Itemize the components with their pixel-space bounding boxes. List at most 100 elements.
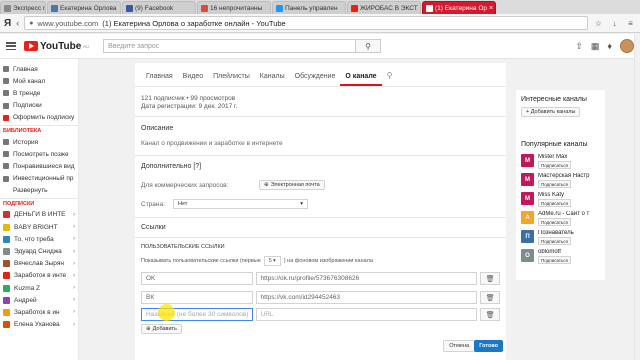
channel-name[interactable]: Mister Max [538, 154, 598, 160]
browser-tab[interactable]: ЖИРОБАС В ЭКСТ [347, 1, 421, 14]
country-select[interactable]: Нет ▾ [173, 199, 308, 209]
search-button[interactable]: ⚲ [356, 39, 382, 53]
browser-toolbar: Я ‹ ● www.youtube.com (1) Екатерина Орло… [0, 14, 640, 33]
sidebar-item[interactable]: История [0, 136, 78, 148]
link-name-input[interactable]: ВК [141, 291, 253, 304]
channel-name[interactable]: Мастерская Настр [538, 173, 598, 179]
history-icon [3, 139, 9, 146]
sidebar-item[interactable]: Мой канал [0, 75, 78, 87]
channel-name[interactable]: Познаватель [538, 230, 598, 236]
apps-icon[interactable]: ▦ [591, 41, 600, 52]
add-channels-button[interactable]: + Добавить каналы [521, 107, 581, 117]
channel-thumbnail: M [521, 173, 534, 186]
sidebar-item[interactable]: В тренде [0, 87, 78, 99]
channel-tab[interactable]: Видео [178, 73, 208, 86]
upload-icon[interactable]: ⇧ [575, 41, 583, 52]
sidebar-subscription-item[interactable]: Елена Уханова › [0, 319, 78, 331]
sidebar-subscription-item[interactable]: Андрей › [0, 294, 78, 306]
subscribe-button[interactable]: Подписаться [538, 199, 571, 207]
browser-tab[interactable]: Экспресс панель [0, 1, 46, 14]
browser-tab-label: 16 непрочитанны [210, 4, 263, 12]
cancel-button[interactable]: Отмена [443, 340, 475, 352]
new-videos-indicator-icon: › [73, 285, 75, 292]
browser-tab[interactable]: Екатерина Орлова [47, 1, 121, 14]
channel-name[interactable]: AdMe.ru - Сайт о т [538, 211, 598, 217]
sidebar-item-label: Kuzma Z [14, 284, 41, 292]
popular-channel-item[interactable]: M Miss Katy Подписаться [516, 190, 605, 209]
link-url-input[interactable]: https://ok.ru/profile/573676308626 [255, 272, 478, 285]
page-scrollbar[interactable] [634, 34, 640, 360]
address-bar[interactable]: ● www.youtube.com (1) Екатерина Орлова о… [24, 16, 588, 30]
sidebar-item-label: Главная [13, 65, 38, 73]
subscribe-button[interactable]: Подписаться [538, 161, 571, 169]
sidebar-item[interactable]: Подписки [0, 100, 78, 112]
sidebar-item-label: То, что треба [14, 235, 54, 243]
avatar[interactable] [620, 39, 634, 53]
channel-tab[interactable]: Обсуждение [290, 73, 341, 86]
sidebar-subscription-item[interactable]: BABY BRIGHT › [0, 221, 78, 233]
search-input[interactable]: Введите запрос [103, 39, 357, 53]
done-button[interactable]: Готово [474, 340, 503, 352]
popular-channel-item[interactable]: M Mister Max Подписаться [516, 152, 605, 171]
popular-channel-item[interactable]: M Мастерская Настр Подписаться [516, 171, 605, 190]
channel-thumbnail: O [521, 249, 534, 262]
close-tab-icon[interactable]: × [489, 5, 493, 12]
channel-thumbnail [3, 223, 10, 231]
channel-tab[interactable]: Плейлисты [208, 73, 255, 86]
menu-icon[interactable]: ≡ [625, 18, 636, 29]
channel-tab[interactable]: О канале [340, 73, 382, 86]
subscribe-button[interactable]: Подписаться [538, 180, 571, 188]
delete-link-button[interactable]: 🗑 [480, 291, 500, 304]
sidebar-item[interactable]: Инвестиционный пр [0, 173, 78, 185]
links-count-select[interactable]: 5 ▾ [263, 256, 281, 266]
popular-channel-item[interactable]: Ooblomoff Подписаться [516, 247, 605, 266]
channel-search-icon[interactable]: ⚲ [382, 71, 398, 86]
yandex-logo[interactable]: Я [4, 18, 11, 29]
channel-name[interactable]: Miss Katy [538, 192, 598, 198]
thumb-up-icon [3, 163, 9, 170]
subscribe-button[interactable]: Подписаться [538, 218, 571, 226]
description-text[interactable]: Канал о продвижении и заработке в интерн… [141, 140, 500, 147]
link-url-input[interactable]: https://vk.com/id294452463 [255, 291, 478, 304]
email-button[interactable]: ⊕ Электронная почта [259, 180, 325, 190]
subscribe-button[interactable]: Подписаться [538, 256, 571, 264]
channel-tab[interactable]: Главная [141, 73, 178, 86]
youtube-wordmark: YouTube [40, 40, 82, 52]
sidebar-subscription-item[interactable]: Заработок в инте › [0, 270, 78, 282]
sidebar-item[interactable]: Понравившиеся вид [0, 160, 78, 172]
channel-name[interactable]: oblomoff [538, 249, 598, 255]
additional-heading: Дополнительно [?] [141, 163, 202, 170]
browser-tab[interactable]: (9) Facebook [122, 1, 196, 14]
browser-tab-label: (1) Екатерина Ор [435, 4, 487, 12]
sidebar-subscription-item[interactable]: Эдуард Сниджа › [0, 245, 78, 257]
delete-link-button[interactable]: 🗑 [480, 308, 500, 321]
sidebar-subscription-item[interactable]: Вячеслав Зырян › [0, 258, 78, 270]
sidebar-item[interactable]: Посмотреть позже [0, 148, 78, 160]
download-icon[interactable]: ↓ [609, 18, 620, 29]
tab-favicon-icon [276, 4, 283, 12]
sidebar-subscription-item[interactable]: ДЕНЬГИ В ИНТЕ › [0, 209, 78, 221]
sidebar-item[interactable]: Развернуть [0, 185, 78, 197]
back-icon[interactable]: ‹ [16, 18, 19, 28]
browser-tab[interactable]: 16 непрочитанны [197, 1, 271, 14]
youtube-logo[interactable]: YouTube RU [24, 41, 89, 52]
sidebar-item-label: Оформить подписку [13, 114, 75, 122]
notifications-bell-icon[interactable]: ♦ [607, 41, 612, 51]
sidebar-subscription-item[interactable]: То, что треба › [0, 233, 78, 245]
hamburger-menu-icon[interactable] [6, 42, 16, 50]
delete-link-button[interactable]: 🗑 [480, 272, 500, 285]
channel-tab[interactable]: Каналы [255, 73, 290, 86]
popular-channel-item[interactable]: A AdMe.ru - Сайт о т Подписаться [516, 209, 605, 228]
sidebar-subscription-item[interactable]: Заработок в ин › [0, 306, 78, 318]
sidebar-item[interactable]: Главная [0, 63, 78, 75]
sidebar-subscription-item[interactable]: Kuzma Z › [0, 282, 78, 294]
bookmark-icon[interactable]: ☆ [593, 18, 604, 29]
add-link-button[interactable]: ⊕ Добавить [141, 324, 182, 334]
link-name-input[interactable]: OK [141, 272, 253, 285]
browser-tab[interactable]: (1) Екатерина Ор × [422, 1, 496, 14]
browser-tab[interactable]: Панель управлен [272, 1, 346, 14]
sidebar-item[interactable]: Оформить подписку [0, 112, 78, 124]
popular-channel-item[interactable]: П Познаватель Подписаться [516, 228, 605, 247]
new-link-url-input[interactable]: URL [255, 308, 478, 321]
subscribe-button[interactable]: Подписаться [538, 237, 571, 245]
